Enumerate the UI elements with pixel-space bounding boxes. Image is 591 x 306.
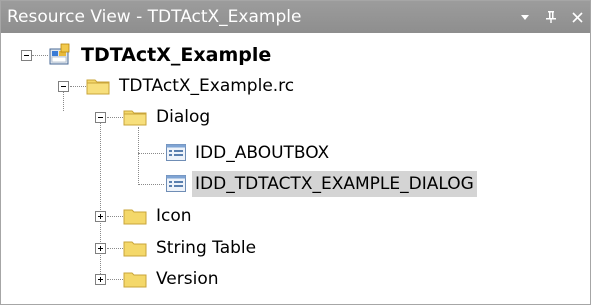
title-bar[interactable]: Resource View - TDTActX_Example <box>1 1 590 33</box>
expand-string-table-folder-toggle[interactable] <box>95 243 106 254</box>
collapse-rc-file-toggle[interactable] <box>58 81 69 92</box>
folder-open-icon <box>86 79 110 95</box>
tree-item-project[interactable]: TDTActX_Example <box>35 40 274 70</box>
dialog-folder-label: Dialog <box>156 107 211 127</box>
collapse-dialog-toggle[interactable] <box>95 112 106 123</box>
close-icon <box>571 11 583 23</box>
tree-connector <box>138 127 139 185</box>
tree-connector <box>100 116 101 282</box>
folder-label: Version <box>156 269 219 289</box>
close-button[interactable] <box>564 3 590 31</box>
tree-connector <box>138 153 164 154</box>
folder-icon <box>123 241 147 257</box>
dialog-label: IDD_ABOUTBOX <box>195 143 330 163</box>
folder-label: Icon <box>156 206 192 226</box>
tree-connector <box>138 184 164 185</box>
chevron-down-icon <box>521 15 529 20</box>
tree-item-icon-folder[interactable]: Icon <box>110 201 195 231</box>
dialog-label: IDD_TDTACTX_EXAMPLE_DIALOG <box>192 171 477 197</box>
auto-hide-pin-button[interactable] <box>538 3 564 31</box>
folder-open-icon <box>123 110 147 126</box>
tree-item-dialog-folder[interactable]: Dialog <box>110 102 213 132</box>
collapse-project-toggle[interactable] <box>21 50 32 61</box>
folder-label: String Table <box>156 238 257 258</box>
folder-icon <box>123 272 147 288</box>
folder-icon <box>123 209 147 225</box>
window-position-dropdown-button[interactable] <box>512 3 538 31</box>
dialog-resource-icon <box>166 144 186 161</box>
expand-icon-folder-toggle[interactable] <box>95 211 106 222</box>
title-bar-buttons <box>512 1 590 33</box>
project-icon <box>49 43 70 65</box>
panel-title: Resource View - TDTActX_Example <box>7 7 302 27</box>
rc-file-label: TDTActX_Example.rc <box>119 76 295 96</box>
tree-item-version-folder[interactable]: Version <box>110 264 222 294</box>
tree-connector <box>63 91 64 111</box>
dialog-resource-icon <box>166 175 186 192</box>
tree-item-dialog-selected[interactable]: IDD_TDTACTX_EXAMPLE_DIALOG <box>165 169 477 199</box>
resource-tree: TDTActX_Example TDTActX_Example.rc Dialo… <box>1 33 590 306</box>
expand-version-folder-toggle[interactable] <box>95 274 106 285</box>
project-label: TDTActX_Example <box>81 44 272 66</box>
pin-icon <box>546 11 556 23</box>
tree-item-rc-file[interactable]: TDTActX_Example.rc <box>73 71 297 101</box>
tree-item-string-table-folder[interactable]: String Table <box>110 233 259 263</box>
tree-item-dialog[interactable]: IDD_ABOUTBOX <box>165 138 332 168</box>
resource-view-panel: Resource View - TDTActX_Example TDTActX_… <box>0 0 591 305</box>
